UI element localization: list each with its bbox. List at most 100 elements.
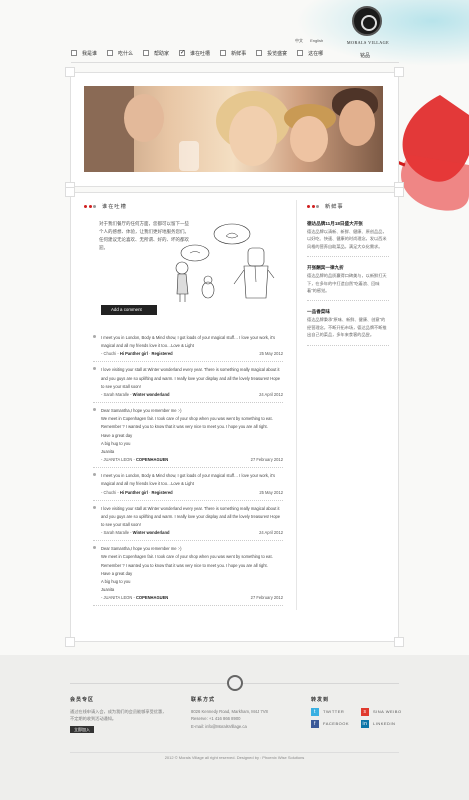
add-comment-button[interactable]: Add a comment [101, 305, 157, 315]
share-twitter-link[interactable]: t TWITTER [311, 707, 355, 716]
share-sina-weibo-link[interactable]: s SINA WEIBO [361, 707, 405, 716]
comment-text: I meet you in London, Body & Mind show, … [101, 473, 276, 479]
comment-text: I love visiting your stall at Winter won… [101, 505, 280, 511]
comment-meta: - JUANITA LEON - COPENHAGUEN 27 February … [101, 595, 283, 601]
comment-text: Juanita [101, 449, 115, 455]
comment-text: magical and all my friends love it too…L… [101, 343, 194, 349]
footer-member-title: 会员专区 [70, 697, 95, 703]
comment-text: We meet in Copenhagen fair. I took care … [101, 416, 273, 422]
nav-item-who[interactable]: 我是谁 [71, 48, 107, 58]
checkbox-icon [143, 50, 150, 56]
lang-chinese-link[interactable]: 中文 [295, 38, 303, 43]
nav-label: 我是谁 [82, 50, 98, 57]
join-member-button[interactable]: 立即加入 [70, 725, 94, 733]
nav-item-location[interactable]: 这在哪 [297, 48, 333, 58]
nav-item-menu[interactable]: 吃什么 [107, 48, 143, 58]
comment-meta: - Chuchi - Hi Panther girl · Registered 2… [101, 351, 283, 357]
comment-text: Dear Samantha,I hope you remember me :-) [101, 408, 182, 414]
footer-contact: 联系方式 8026 Kennedy Road, Markham, M4J 7V8… [191, 697, 291, 730]
comment-item: Dear Samantha,I hope you remember me :-)… [93, 545, 283, 607]
main-nav: 我是谁 吃什么 帮助家 谁在吐槽 新鲜事 投览盛宴 这在哪 [71, 48, 333, 58]
checkbox-icon [107, 50, 114, 56]
nav-label: 吃什么 [118, 50, 134, 57]
comment-text: to see your stall soon! [101, 383, 141, 389]
checkbox-icon [297, 50, 304, 56]
comment-item: I love visiting your stall at Winter won… [93, 366, 283, 404]
comment-date: 27 February 2012 [250, 595, 283, 601]
contact-email[interactable]: E-mail: info@MoralsVillage.ca [191, 723, 291, 731]
bullet-icon [93, 546, 96, 550]
footer-share-title: 转发到 [311, 697, 330, 703]
footer-member: 会员专区 通过在线申请入会，成为我们的会员能够享受优惠，不定期的收到活动通知。 … [70, 697, 170, 733]
nav-label: 新鲜事 [231, 50, 247, 57]
nav-item-gallery[interactable]: 投览盛宴 [256, 48, 297, 58]
checkbox-icon [220, 50, 227, 56]
brand-logo[interactable] [352, 6, 382, 36]
nav-label: 帮助家 [154, 50, 170, 57]
nav-item-news[interactable]: 新鲜事 [220, 48, 256, 58]
contact-phone: Reserve: +1 416 866 8900 [191, 716, 241, 722]
lang-english-link[interactable]: English [310, 38, 323, 43]
comment-date: 24 April 2012 [259, 392, 283, 398]
comment-title: Winter wonderland [132, 392, 170, 398]
news-item[interactable]: 开张酬宾一律九折 德达品牌的品质赢得口碑美与，以新鲜打天下，在多年的中打造自然“吃… [307, 264, 389, 302]
news-item[interactable]: 德达品牌11月18日盛大开张 德达品牌以清新、新鲜、健康、原创品品，以好吃、快速、… [307, 220, 389, 258]
dots-icon [84, 205, 96, 208]
frame-corner [394, 67, 404, 77]
comment-meta: - Sarah Maralle - Winter wonderland 24 Ap… [101, 530, 283, 536]
brand-name: MORALS VILLAGE [346, 40, 390, 45]
comment-text: Have a great day [101, 570, 133, 576]
news-body: 德达品牌秉承“原味、新鲜、健康、创意”的经营理念，不断开拓市场，德达品牌不断推出… [307, 317, 387, 338]
comment-author: - JUANITA LEON [101, 457, 133, 463]
hero-image [84, 86, 383, 172]
share-linkedin-link[interactable]: in LINKEDIN [361, 719, 405, 728]
comment-title: Hi Panther girl [119, 489, 148, 495]
share-facebook-link[interactable]: f FACEBOOK [311, 719, 355, 728]
comment-item: I meet you in London, Body & Mind show, … [93, 334, 283, 363]
comment-text: Remember ? I wanted you to know that it … [101, 424, 268, 430]
comment-meta: - Chuchi - Hi Panther girl · Registered 2… [101, 489, 283, 495]
comment-author: - JUANITA LEON [101, 595, 133, 601]
social-links: t TWITTER s SINA WEIBO f FACEBOOK in LINKEDIN [311, 707, 406, 728]
comment-list: I meet you in London, Body & Mind show, … [93, 334, 283, 610]
facebook-icon: f [311, 719, 319, 728]
sketch-illustration [175, 223, 275, 302]
news-title[interactable]: 一品香菜味 [307, 308, 389, 316]
nav-item-comments[interactable]: 谁在吐槽 [179, 48, 220, 58]
bullet-icon [93, 367, 96, 371]
share-label: FACEBOOK [323, 720, 350, 726]
comment-author: - Sarah Maralle [101, 530, 129, 536]
checkbox-checked-icon [179, 49, 185, 56]
comment-text: We meet in Copenhagen fair. I took care … [101, 554, 273, 560]
news-title[interactable]: 德达品牌11月18日盛大开张 [307, 220, 389, 228]
share-label: SINA WEIBO [373, 708, 402, 714]
frame-corner [394, 187, 404, 197]
nav-label: 投览盛宴 [267, 50, 288, 57]
frame-corner [394, 637, 404, 647]
sidebar-title: 新鲜事 [325, 204, 344, 210]
comment-text: I love visiting your stall at Winter won… [101, 367, 280, 373]
comment-text: I meet you in London, Body & Mind show, … [101, 335, 276, 340]
comment-text: Remember ? I wanted you to know that it … [101, 562, 268, 568]
comment-text: magical and all my friends love it too…L… [101, 481, 194, 487]
footer-member-text: 通过在线申请入会，成为我们的会员能够享受优惠，不定期的收到活动通知。 [70, 708, 167, 722]
news-list: 德达品牌11月18日盛大开张 德达品牌以清新、新鲜、健康、原创品品，以好吃、快速、… [307, 220, 389, 353]
share-label: TWITTER [323, 708, 345, 714]
section-header-news: 新鲜事 [307, 203, 344, 210]
comment-date: 25 May 2012 [259, 489, 283, 495]
sina-weibo-icon: s [361, 707, 369, 716]
news-body: 德达品牌的品质赢得口碑美与，以新鲜打天下，在多年的中打造自然“吃着浪、回味着”的… [307, 273, 387, 294]
bullet-icon [93, 408, 96, 412]
comment-text: A big hug to you [101, 440, 131, 446]
comment-title: COPENHAGUEN [135, 595, 169, 601]
news-title[interactable]: 开张酬宾一律九折 [307, 264, 389, 272]
comment-text: and you guys are so uplifting and warm. … [101, 375, 281, 381]
nav-divider [71, 62, 399, 63]
comment-author: - Chuchi [101, 489, 117, 495]
bullet-icon [93, 505, 96, 509]
section-header-comments: 谁在吐槽 [84, 203, 127, 210]
comment-item: I meet you in London, Body & Mind show, … [93, 472, 283, 501]
comment-meta: - Sarah Maralle - Winter wonderland 24 Ap… [101, 392, 283, 398]
nav-item-help[interactable]: 帮助家 [143, 48, 179, 58]
news-item[interactable]: 一品香菜味 德达品牌秉承“原味、新鲜、健康、创意”的经营理念，不断开拓市场，德达品… [307, 308, 389, 346]
